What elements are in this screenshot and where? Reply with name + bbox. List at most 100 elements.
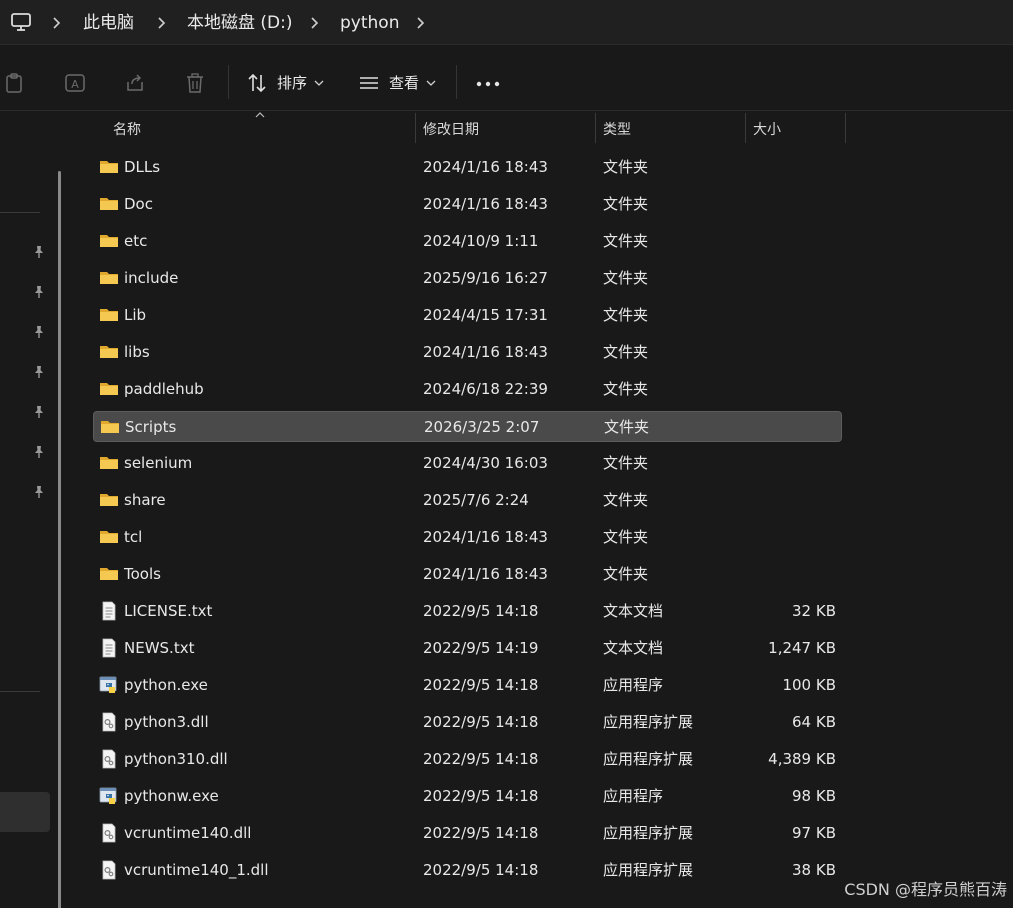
file-name: paddlehub — [124, 380, 204, 398]
file-type: 文本文档 — [603, 602, 664, 620]
nav-divider — [0, 212, 40, 213]
python-exe-icon — [99, 675, 119, 695]
column-separator[interactable] — [845, 113, 846, 143]
file-name: vcruntime140.dll — [124, 824, 252, 842]
column-header-name[interactable]: 名称 — [113, 119, 141, 139]
file-row[interactable]: vcruntime140.dll 2022/9/5 14:18 应用程序扩展 97 K… — [93, 818, 842, 849]
file-size: 97 KB — [792, 824, 836, 842]
file-type: 应用程序扩展 — [603, 750, 694, 768]
chevron-right-icon[interactable] — [155, 13, 169, 33]
file-row[interactable]: selenium 2024/4/30 16:03 文件夹 — [93, 448, 842, 479]
file-size: 64 KB — [792, 713, 836, 731]
folder-icon — [99, 157, 119, 177]
file-date: 2022/9/5 14:18 — [423, 676, 539, 694]
file-size: 1,247 KB — [768, 639, 836, 657]
file-row[interactable]: Lib 2024/4/15 17:31 文件夹 — [93, 300, 842, 331]
svg-text:A: A — [71, 78, 79, 91]
file-name: Doc — [124, 195, 153, 213]
file-name: vcruntime140_1.dll — [124, 861, 269, 879]
file-row[interactable]: python3.dll 2022/9/5 14:18 应用程序扩展 64 KB — [93, 707, 842, 738]
file-row[interactable]: python310.dll 2022/9/5 14:18 应用程序扩展 4,389 K… — [93, 744, 842, 775]
nav-scrollbar[interactable] — [58, 171, 61, 908]
file-date: 2022/9/5 14:18 — [423, 787, 539, 805]
column-separator[interactable] — [595, 113, 596, 143]
column-header-size[interactable]: 大小 — [753, 119, 781, 139]
file-name: libs — [124, 343, 150, 361]
view-list-icon — [360, 77, 378, 89]
file-size: 4,389 KB — [768, 750, 836, 768]
file-list[interactable]: 名称 修改日期 类型 大小 DLLs 2024/1/16 18:43 文件夹 Doc 2… — [62, 111, 1013, 908]
column-header-type[interactable]: 类型 — [603, 119, 631, 139]
paste-icon[interactable] — [4, 72, 26, 94]
file-name: Scripts — [125, 418, 177, 436]
folder-icon — [99, 194, 119, 214]
file-row[interactable]: python.exe 2022/9/5 14:18 应用程序 100 KB — [93, 670, 842, 701]
dll-file-icon — [99, 712, 119, 732]
column-header-date[interactable]: 修改日期 — [423, 119, 479, 139]
file-name: selenium — [124, 454, 193, 472]
file-row[interactable]: etc 2024/10/9 1:11 文件夹 — [93, 226, 842, 257]
file-type: 文件夹 — [603, 454, 649, 472]
breadcrumb-python[interactable]: python — [340, 12, 399, 34]
chevron-right-icon[interactable] — [414, 13, 428, 33]
file-row[interactable]: DLLs 2024/1/16 18:43 文件夹 — [93, 152, 842, 183]
file-row[interactable]: pythonw.exe 2022/9/5 14:18 应用程序 98 KB — [93, 781, 842, 812]
file-date: 2024/10/9 1:11 — [423, 232, 539, 250]
file-size: 98 KB — [792, 787, 836, 805]
breadcrumb-local-disk-d[interactable]: 本地磁盘 (D:) — [187, 12, 293, 34]
file-name: LICENSE.txt — [124, 602, 213, 620]
toolbar-separator — [456, 65, 457, 99]
sort-ascending-icon — [255, 112, 265, 118]
monitor-icon[interactable] — [10, 12, 32, 32]
file-row[interactable]: Doc 2024/1/16 18:43 文件夹 — [93, 189, 842, 220]
file-row[interactable]: share 2025/7/6 2:24 文件夹 — [93, 485, 842, 516]
folder-icon — [99, 453, 119, 473]
file-row[interactable]: NEWS.txt 2022/9/5 14:19 文本文档 1,247 KB — [93, 633, 842, 664]
file-name: python3.dll — [124, 713, 209, 731]
column-separator[interactable] — [415, 113, 416, 143]
pin-icon[interactable] — [32, 445, 46, 459]
file-date: 2024/1/16 18:43 — [423, 528, 548, 546]
file-date: 2024/1/16 18:43 — [423, 343, 548, 361]
delete-icon[interactable] — [184, 72, 206, 94]
pin-icon[interactable] — [32, 485, 46, 499]
file-type: 应用程序扩展 — [603, 713, 694, 731]
text-file-icon — [99, 638, 119, 658]
file-row[interactable]: Scripts 2026/3/25 2:07 文件夹 — [93, 411, 842, 442]
file-row[interactable]: vcruntime140_1.dll 2022/9/5 14:18 应用程序扩展 38… — [93, 855, 842, 886]
file-row[interactable]: include 2025/9/16 16:27 文件夹 — [93, 263, 842, 294]
pin-icon[interactable] — [32, 325, 46, 339]
sort-label: 排序 — [277, 74, 308, 92]
file-row[interactable]: tcl 2024/1/16 18:43 文件夹 — [93, 522, 842, 553]
view-button[interactable]: 查看 — [352, 53, 442, 111]
rename-icon[interactable]: A — [64, 72, 86, 94]
column-separator[interactable] — [745, 113, 746, 143]
pin-icon[interactable] — [32, 365, 46, 379]
folder-icon — [100, 417, 120, 437]
watermark: CSDN @程序员熊百涛 — [844, 880, 1007, 899]
file-row[interactable]: paddlehub 2024/6/18 22:39 文件夹 — [93, 374, 842, 405]
file-date: 2022/9/5 14:18 — [423, 750, 539, 768]
nav-item-selected[interactable] — [0, 792, 50, 832]
share-icon[interactable] — [124, 72, 146, 94]
folder-icon — [99, 268, 119, 288]
breadcrumb-this-pc[interactable]: 此电脑 — [83, 12, 134, 34]
chevron-right-icon[interactable] — [308, 13, 322, 33]
dll-file-icon — [99, 749, 119, 769]
address-bar[interactable]: 此电脑 本地磁盘 (D:) python — [0, 0, 1013, 45]
more-options-icon[interactable] — [476, 81, 500, 87]
navigation-pane[interactable] — [0, 111, 62, 908]
chevron-right-icon[interactable] — [50, 13, 64, 33]
folder-icon — [99, 527, 119, 547]
pin-icon[interactable] — [32, 245, 46, 259]
file-date: 2024/1/16 18:43 — [423, 158, 548, 176]
file-name: python310.dll — [124, 750, 228, 768]
sort-button[interactable]: 排序 — [240, 53, 330, 111]
file-row[interactable]: Tools 2024/1/16 18:43 文件夹 — [93, 559, 842, 590]
file-row[interactable]: libs 2024/1/16 18:43 文件夹 — [93, 337, 842, 368]
pin-icon[interactable] — [32, 405, 46, 419]
file-type: 应用程序 — [603, 787, 664, 805]
file-date: 2025/7/6 2:24 — [423, 491, 529, 509]
file-row[interactable]: LICENSE.txt 2022/9/5 14:18 文本文档 32 KB — [93, 596, 842, 627]
pin-icon[interactable] — [32, 285, 46, 299]
